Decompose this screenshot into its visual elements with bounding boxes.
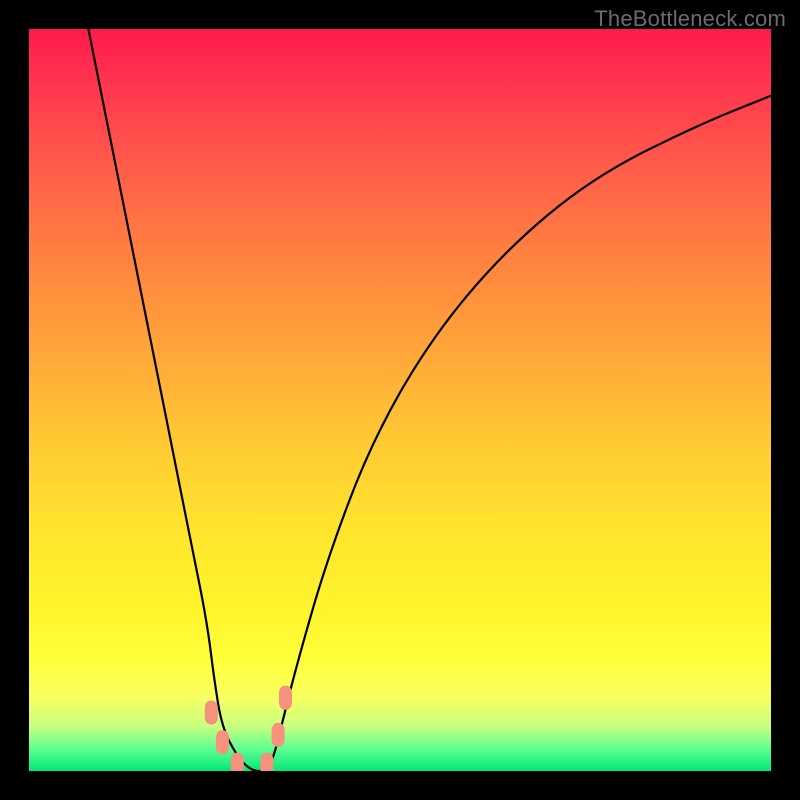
curve-marker [279, 686, 292, 710]
curve-marker [205, 701, 218, 725]
watermark-text: TheBottleneck.com [594, 6, 786, 32]
curve-marker [260, 753, 273, 771]
bottleneck-curve-line [88, 29, 771, 771]
curve-marker [272, 723, 285, 747]
curve-marker [231, 753, 244, 771]
chart-plot-area [29, 29, 771, 771]
chart-svg [29, 29, 771, 771]
curve-marker [216, 730, 229, 754]
